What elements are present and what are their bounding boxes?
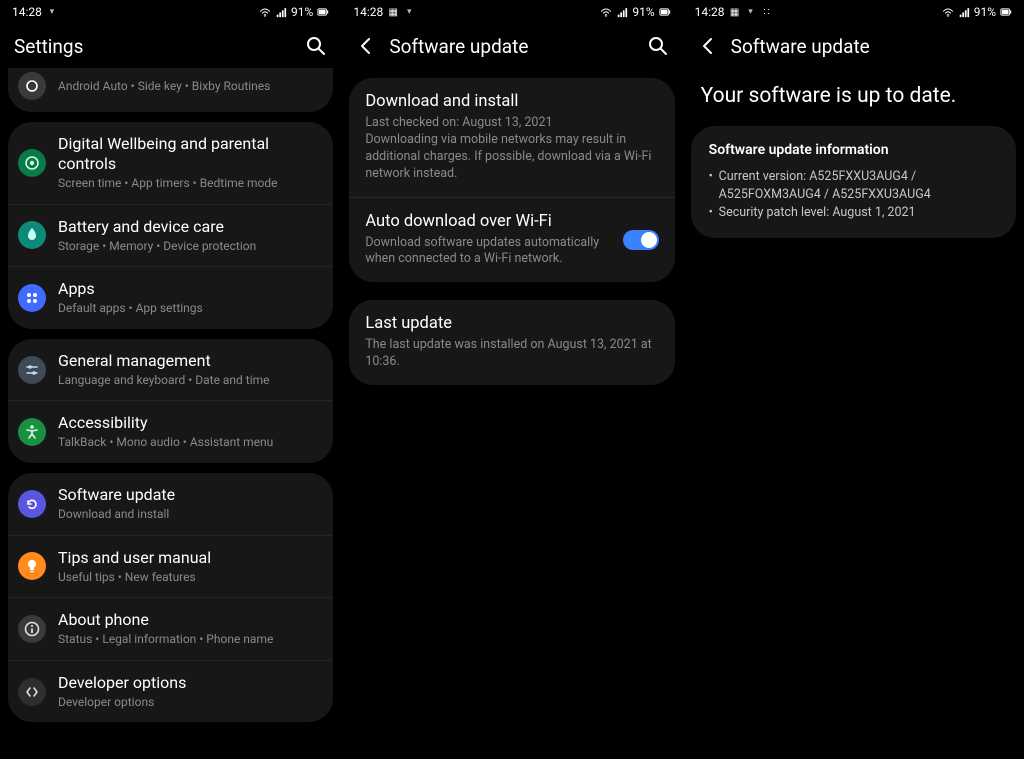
screen-update-result: 14:28 ▦ ▾ ∷ 91% Software update Your sof… (683, 0, 1024, 759)
row-subtitle: Storage • Memory • Device protection (58, 239, 323, 255)
row-title: Accessibility (58, 413, 323, 433)
battery-percent: 91% (974, 5, 996, 19)
status-time: 14:28 (12, 5, 42, 19)
page-title: Settings (14, 35, 293, 58)
battery-percent: 91% (632, 5, 654, 19)
settings-row[interactable]: Accessibility TalkBack • Mono audio • Ass… (8, 400, 333, 463)
signal-icon (958, 6, 970, 18)
battery-icon (317, 6, 329, 18)
battery-icon (1000, 6, 1012, 18)
row-subtitle: Status • Legal information • Phone name (58, 632, 323, 648)
signal-icon (275, 6, 287, 18)
status-bar: 14:28 ▦ ▾ ∷ 91% (683, 0, 1024, 24)
row-title: Apps (58, 279, 323, 299)
settings-group: Digital Wellbeing and parental controls S… (8, 122, 333, 329)
page-title: Software update (731, 35, 1010, 58)
settings-group: Software update Download and install Tips … (8, 473, 333, 722)
update-options-card: Download and install Last checked on: Aug… (349, 78, 674, 282)
settings-block[interactable]: Auto download over Wi-Fi Download softwar… (349, 197, 674, 283)
wifi-icon (600, 6, 612, 18)
apps-icon: ∷ (761, 6, 773, 18)
settings-row[interactable]: Apps Default apps • App settings (8, 266, 333, 329)
search-button[interactable] (647, 35, 669, 57)
last-update-card: Last update The last update was installed… (349, 300, 674, 385)
row-title: Tips and user manual (58, 548, 323, 568)
tips-icon (18, 552, 46, 580)
update-icon (18, 490, 46, 518)
row-subtitle: Language and keyboard • Date and time (58, 373, 323, 389)
dev-icon (18, 678, 46, 706)
general-icon (18, 356, 46, 384)
settings-row[interactable]: Digital Wellbeing and parental controls S… (8, 122, 333, 204)
info-line: Current version: A525FXXU3AUG4 / A525FOX… (709, 168, 998, 204)
row-title: About phone (58, 610, 323, 630)
row-title: Software update (58, 485, 323, 505)
row-subtitle: Developer options (58, 695, 323, 711)
page-title: Software update (389, 35, 634, 58)
status-indicator-icon: ▾ (745, 6, 757, 18)
screen-software-update: 14:28 ▦ ▾ 91% Software update Download a… (341, 0, 682, 759)
block-title: Download and install (365, 92, 658, 111)
status-time: 14:28 (353, 5, 383, 19)
battery-icon (18, 221, 46, 249)
wifi-icon (942, 6, 954, 18)
row-subtitle: Android Auto • Side key • Bixby Routines (58, 79, 323, 95)
screen-settings: 14:28 ▾ 91% Settings Android Auto • Side… (0, 0, 341, 759)
row-title: Developer options (58, 673, 323, 693)
status-indicator-icon: ▾ (46, 6, 58, 18)
settings-row[interactable]: Android Auto • Side key • Bixby Routines (8, 68, 333, 112)
a11y-icon (18, 418, 46, 446)
row-title: Digital Wellbeing and parental controls (58, 134, 323, 174)
settings-list[interactable]: Android Auto • Side key • Bixby Routines… (0, 68, 341, 722)
block-subtitle: Last checked on: August 13, 2021 Downloa… (365, 115, 658, 183)
about-icon (18, 615, 46, 643)
settings-row[interactable]: About phone Status • Legal information • … (8, 597, 333, 660)
apps-icon (18, 284, 46, 312)
block-subtitle: The last update was installed on August … (365, 337, 658, 371)
row-subtitle: TalkBack • Mono audio • Assistant menu (58, 435, 323, 451)
update-status-hero: Your software is up to date. (683, 68, 1024, 118)
appbar: Settings (0, 24, 341, 68)
row-title: Battery and device care (58, 217, 323, 237)
signal-icon (616, 6, 628, 18)
row-subtitle: Screen time • App timers • Bedtime mode (58, 176, 323, 192)
settings-group: Android Auto • Side key • Bixby Routines (8, 68, 333, 112)
search-button[interactable] (305, 35, 327, 57)
settings-block[interactable]: Last update The last update was installed… (349, 300, 674, 385)
status-bar: 14:28 ▾ 91% (0, 0, 341, 24)
row-subtitle: Default apps • App settings (58, 301, 323, 317)
block-title: Auto download over Wi-Fi (365, 212, 610, 231)
screenshot-icon: ▦ (729, 6, 741, 18)
row-title: General management (58, 351, 323, 371)
info-line: Security patch level: August 1, 2021 (709, 204, 998, 222)
info-card-title: Software update information (709, 142, 998, 158)
wellbeing-icon (18, 149, 46, 177)
back-button[interactable] (697, 35, 719, 57)
settings-row[interactable]: Battery and device care Storage • Memory … (8, 204, 333, 267)
status-bar: 14:28 ▦ ▾ 91% (341, 0, 682, 24)
update-info-card: Software update information Current vers… (691, 126, 1016, 238)
row-subtitle: Useful tips • New features (58, 570, 323, 586)
settings-row[interactable]: Developer options Developer options (8, 660, 333, 723)
row-subtitle: Download and install (58, 507, 323, 523)
settings-row[interactable]: General management Language and keyboard … (8, 339, 333, 401)
adv-icon (18, 72, 46, 100)
block-title: Last update (365, 314, 658, 333)
appbar: Software update (683, 24, 1024, 68)
block-subtitle: Download software updates automatically … (365, 235, 610, 269)
status-time: 14:28 (695, 5, 725, 19)
status-indicator-icon: ▾ (403, 6, 415, 18)
settings-block[interactable]: Download and install Last checked on: Aug… (349, 78, 674, 197)
toggle-switch[interactable] (623, 230, 659, 250)
appbar: Software update (341, 24, 682, 68)
screenshot-icon: ▦ (387, 6, 399, 18)
settings-group: General management Language and keyboard … (8, 339, 333, 463)
battery-icon (659, 6, 671, 18)
settings-row[interactable]: Tips and user manual Useful tips • New fe… (8, 535, 333, 598)
battery-percent: 91% (291, 5, 313, 19)
wifi-icon (259, 6, 271, 18)
back-button[interactable] (355, 35, 377, 57)
settings-row[interactable]: Software update Download and install (8, 473, 333, 535)
